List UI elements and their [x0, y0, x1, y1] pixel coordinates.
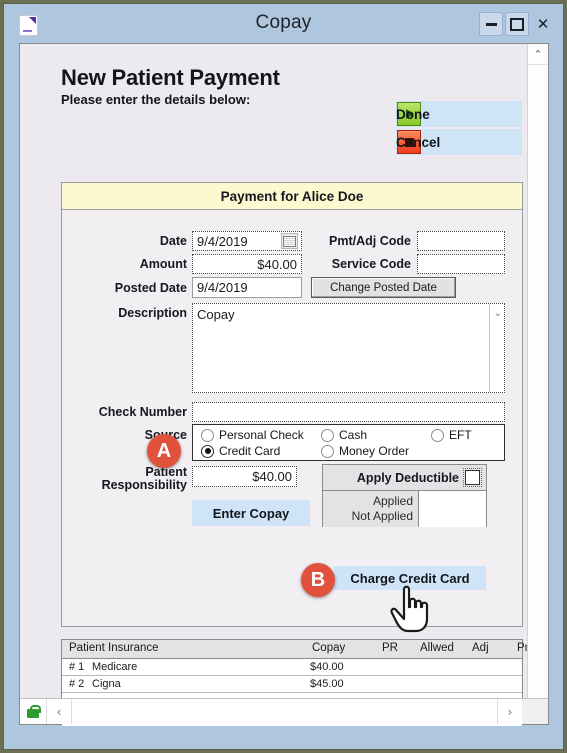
patient-responsibility-label: Patient Responsibility — [72, 466, 187, 492]
green-lock-icon — [20, 699, 47, 724]
applied-label: Applied — [372, 494, 413, 508]
description-label: Description — [118, 306, 187, 320]
minimize-icon — [485, 22, 497, 26]
form-page: New Patient Payment Please enter the det… — [20, 44, 537, 726]
done-button-label: Done — [396, 106, 430, 122]
minimize-button[interactable] — [479, 12, 503, 36]
table-row[interactable]: # 2 Cigna $45.00 — [62, 676, 522, 693]
page-subtitle: Please enter the details below: — [61, 92, 251, 107]
radio-icon — [321, 444, 334, 458]
check-number-label: Check Number — [98, 405, 187, 419]
payment-card: Payment for Alice Doe Date 9/4/2019 Amou… — [61, 182, 523, 627]
apply-deductible-checkbox[interactable] — [463, 468, 482, 487]
page-title: New Patient Payment — [61, 65, 280, 90]
change-posted-date-button[interactable]: Change Posted Date — [311, 277, 456, 298]
radio-icon — [321, 428, 334, 442]
maximize-button[interactable] — [505, 12, 529, 36]
horizontal-scrollbar-track[interactable] — [71, 699, 498, 724]
app-root: Copay ✕ New Patient Payment Please enter… — [0, 0, 567, 753]
amount-label: Amount — [139, 257, 187, 271]
title-bar: Copay ✕ — [4, 4, 563, 42]
hand-cursor — [390, 585, 429, 633]
badge-b: B — [301, 563, 335, 597]
description-textarea[interactable]: Copay ⌄ — [192, 303, 505, 393]
radio-label: Credit Card — [219, 444, 281, 458]
chevron-down-icon: ⌄ — [493, 308, 502, 319]
scroll-up-icon[interactable]: ⌃ — [528, 44, 548, 65]
scrollbar-corner — [522, 699, 548, 724]
apply-deductible-label: Apply Deductible — [356, 470, 459, 485]
scroll-right-icon[interactable]: › — [498, 699, 522, 724]
service-code-input[interactable] — [417, 254, 505, 274]
apply-deductible-row[interactable]: Apply Deductible — [323, 465, 486, 491]
close-button[interactable]: ✕ — [531, 12, 555, 36]
description-value: Copay — [197, 307, 235, 322]
not-applied-label: Not Applied — [351, 509, 413, 523]
status-bar: ‹ › — [20, 698, 548, 724]
radio-personal-check[interactable]: Personal Check — [201, 428, 304, 442]
payment-card-heading: Payment for Alice Doe — [62, 183, 522, 210]
badge-a: A — [147, 434, 181, 468]
deductible-status-labels: Applied Not Applied — [323, 491, 419, 527]
amount-input[interactable]: $40.00 — [192, 254, 302, 274]
radio-eft[interactable]: EFT — [431, 428, 472, 442]
radio-label: Cash — [339, 428, 368, 442]
radio-label: Money Order — [339, 444, 410, 458]
service-code-label: Service Code — [331, 257, 411, 271]
cancel-button-label: Cancel — [396, 134, 441, 150]
column-adj: Adj — [472, 642, 489, 654]
posted-date-label: Posted Date — [114, 281, 187, 295]
client-area: New Patient Payment Please enter the det… — [19, 43, 549, 726]
column-allwed: Allwed — [420, 642, 454, 654]
patient-responsibility-input[interactable]: $40.00 — [192, 466, 297, 487]
row-number: # 1 — [69, 661, 85, 673]
date-label: Date — [159, 234, 187, 248]
pmt-adj-code-input[interactable] — [417, 231, 505, 251]
row-name: Cigna — [92, 678, 121, 690]
deductible-status-row: Applied Not Applied — [323, 491, 486, 527]
row-copay: $40.00 — [310, 661, 344, 673]
table-row[interactable]: # 1 Medicare $40.00 — [62, 659, 522, 676]
calendar-icon[interactable] — [281, 233, 298, 249]
radio-label: Personal Check — [219, 428, 304, 442]
row-copay: $45.00 — [310, 678, 344, 690]
source-group: Personal Check Cash EFT Credit Card Mone… — [192, 424, 505, 461]
done-button[interactable]: Done — [396, 101, 522, 127]
radio-label: EFT — [449, 428, 472, 442]
vertical-scrollbar[interactable]: ⌃ ⌄ — [527, 44, 548, 724]
deductible-panel: Apply Deductible Applied Not Applied — [322, 464, 487, 527]
radio-icon — [201, 428, 214, 442]
cancel-button[interactable]: Cancel — [396, 129, 522, 155]
maximize-icon — [510, 17, 524, 31]
scroll-left-icon[interactable]: ‹ — [47, 699, 71, 724]
row-number: # 2 — [69, 678, 85, 690]
row-name: Medicare — [92, 661, 138, 673]
radio-icon-selected — [201, 444, 214, 458]
posted-date-input: 9/4/2019 — [192, 277, 302, 298]
column-patient-insurance: Patient Insurance — [69, 642, 159, 654]
check-number-input[interactable] — [192, 402, 505, 422]
radio-cash[interactable]: Cash — [321, 428, 367, 442]
insurance-table-header: Patient Insurance Copay PR Allwed Adj Pm… — [62, 640, 537, 659]
radio-icon — [431, 428, 444, 442]
enter-copay-button[interactable]: Enter Copay — [192, 500, 310, 526]
description-scrollbar[interactable]: ⌄ — [489, 304, 504, 392]
column-copay: Copay — [312, 642, 346, 654]
column-pr: PR — [382, 642, 398, 654]
deductible-value-field[interactable] — [419, 491, 486, 527]
window-frame: Copay ✕ New Patient Payment Please enter… — [3, 3, 564, 750]
window-controls: ✕ — [479, 12, 555, 36]
pmt-adj-code-label: Pmt/Adj Code — [329, 234, 411, 248]
radio-money-order[interactable]: Money Order — [321, 444, 409, 458]
patient-responsibility-label-line2: Responsibility — [101, 478, 187, 492]
radio-credit-card[interactable]: Credit Card — [201, 444, 280, 458]
